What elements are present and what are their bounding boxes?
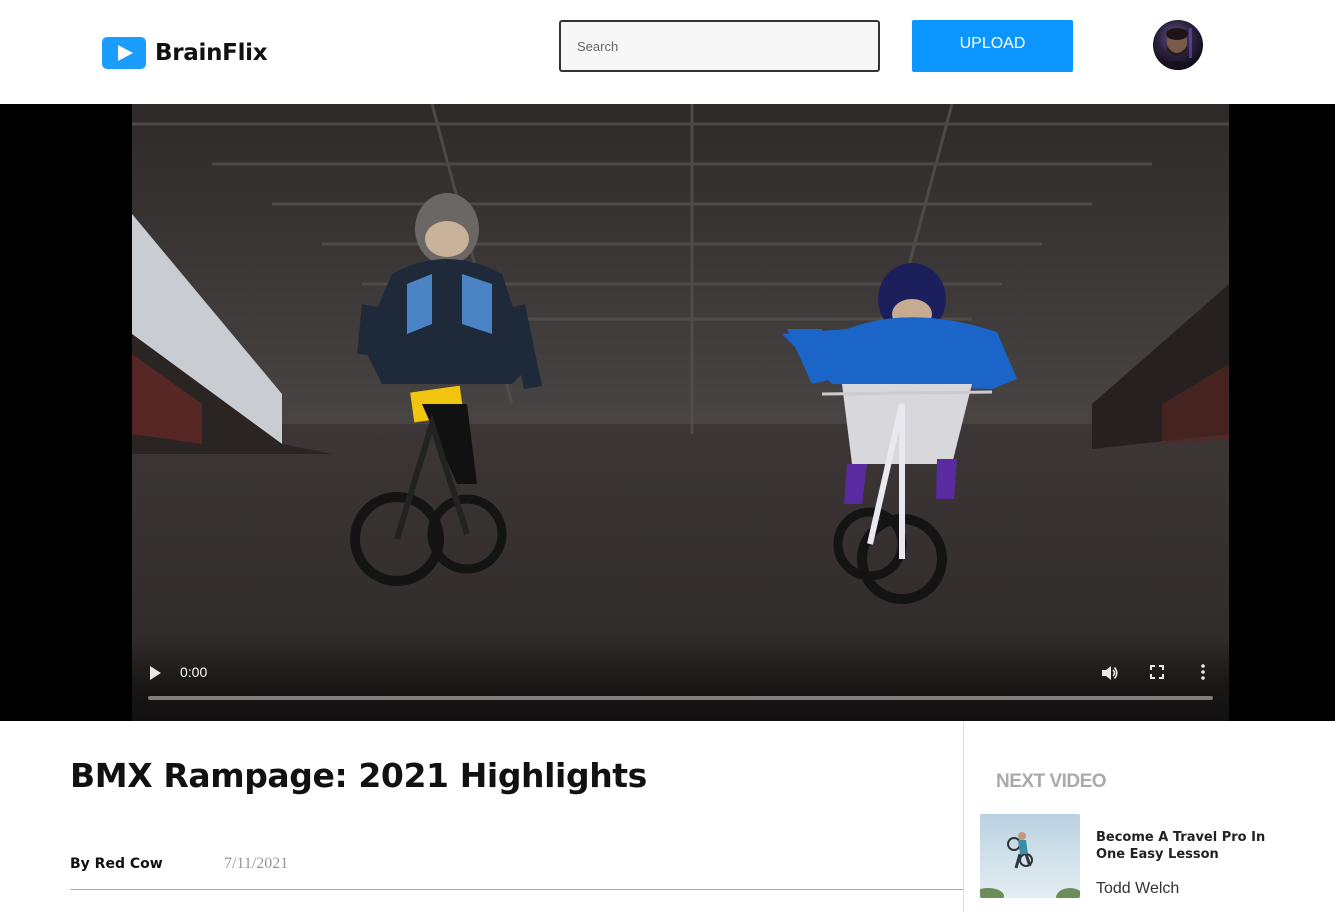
brand-name: BrainFlix [155,40,268,66]
volume-icon[interactable] [1101,665,1119,681]
video-title: BMX Rampage: 2021 Highlights [70,756,647,795]
next-video-title[interactable]: Become A Travel Pro In One Easy Lesson [1096,829,1266,863]
sidebar-divider [963,721,964,912]
play-logo-icon [102,37,146,69]
video-date: 7/11/2021 [224,855,289,872]
more-options-icon[interactable] [1200,664,1206,680]
header: BrainFlix UPLOAD [0,0,1335,104]
next-video-heading: NEXT VIDEO [996,771,1107,792]
upload-button[interactable]: UPLOAD [912,20,1073,72]
progress-bar[interactable] [148,696,1213,700]
fullscreen-icon[interactable] [1150,665,1164,679]
play-icon[interactable] [150,666,161,680]
brand-logo[interactable]: BrainFlix [102,37,268,69]
search-input[interactable] [559,20,880,72]
next-video-thumbnail[interactable] [980,814,1080,898]
player-controls: 0:00 [132,634,1229,721]
video-author: By Red Cow [70,856,163,872]
video-player[interactable]: 0:00 [0,104,1335,721]
current-time: 0:00 [180,664,208,680]
next-video-author: Todd Welch [1096,880,1180,897]
user-avatar[interactable] [1153,20,1203,70]
video-frame[interactable] [132,104,1229,721]
divider [70,889,963,890]
